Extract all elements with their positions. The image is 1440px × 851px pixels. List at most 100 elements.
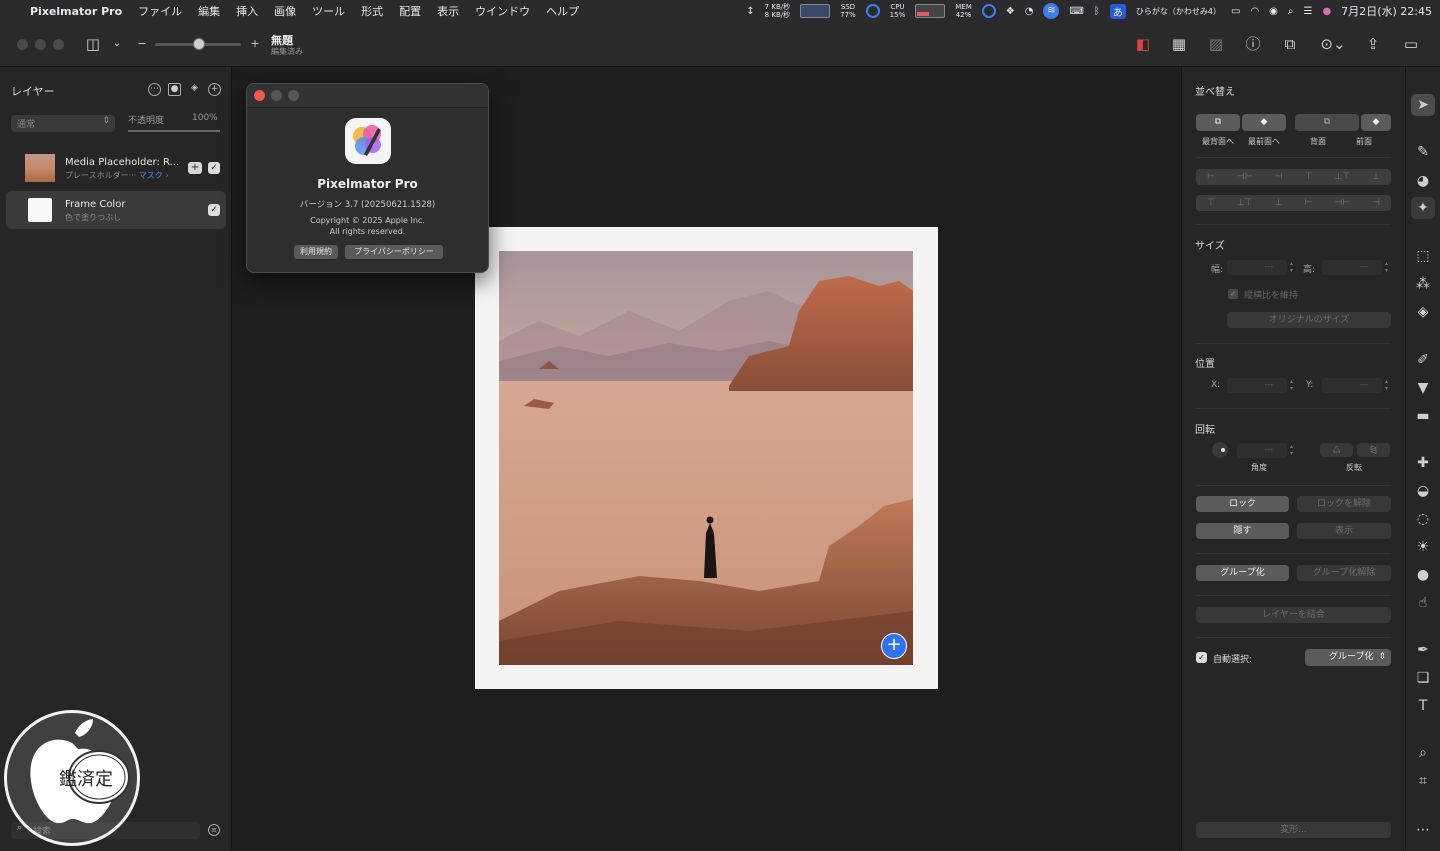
rotation-dial[interactable] [1212, 442, 1228, 458]
window-close-button[interactable] [17, 39, 28, 50]
opacity-slider[interactable] [128, 130, 220, 132]
menu-file[interactable]: ファイル [138, 3, 182, 19]
distribute-top-icon[interactable]: ⊤ [1207, 198, 1215, 208]
menu-window[interactable]: ウインドウ [475, 3, 530, 19]
color-adjust-tool-icon[interactable]: ◕ [1411, 170, 1435, 192]
align-right-icon[interactable]: ⊣ [1275, 172, 1283, 182]
cpu-meter[interactable]: CPU 15% [890, 3, 906, 19]
ssd-meter[interactable]: SSD 77% [840, 3, 856, 19]
angle-field[interactable]: --- [1237, 443, 1287, 458]
input-method-badge[interactable]: あ [1109, 3, 1126, 19]
keep-ratio-checkbox[interactable]: ✓ [1228, 289, 1238, 299]
add-media-icon[interactable]: + [188, 162, 202, 174]
x-stepper[interactable]: ▴ ▾ [1287, 378, 1296, 393]
align-top-icon[interactable]: ⊤ [1304, 172, 1312, 182]
window-zoom-button[interactable] [53, 39, 64, 50]
distribute-center-icon[interactable]: ⊣⊢ [1334, 198, 1350, 208]
height-stepper[interactable]: ▴ ▾ [1382, 260, 1391, 275]
warp-tool-icon[interactable]: ● [1411, 564, 1435, 586]
crop-rotate-icon[interactable]: ⧉ [1279, 34, 1301, 54]
mask-link[interactable]: マスク › [139, 171, 169, 180]
time-machine-icon[interactable]: ◔ [1025, 6, 1034, 17]
distribute-right-icon[interactable]: ⊣ [1372, 198, 1380, 208]
distribute-buttons-row[interactable]: ⊤ ⊥⊤ ⊥ ⊢ ⊣⊢ ⊣ [1196, 195, 1391, 211]
merge-layers-button[interactable]: レイヤーを結合 [1196, 607, 1391, 623]
send-backward-button[interactable]: ⧉ [1295, 114, 1359, 131]
color-select-tool-icon[interactable]: ◈ [1411, 301, 1435, 323]
inspector-toggle-icon[interactable]: ▭ [1400, 34, 1422, 54]
zoom-tool-icon[interactable]: ⌕ [1411, 742, 1435, 764]
zoom-slider-knob[interactable] [193, 38, 205, 50]
y-stepper[interactable]: ▴ ▾ [1382, 378, 1391, 393]
blur-tool-icon[interactable]: ◌ [1411, 508, 1435, 530]
info-icon[interactable]: ⓘ [1242, 34, 1264, 54]
auto-select-checkbox[interactable]: ✓ [1196, 652, 1207, 663]
battery-icon[interactable]: ▭ [1231, 6, 1240, 17]
about-minimize-button[interactable] [271, 90, 282, 101]
paint-tool-icon[interactable]: ✐ [1411, 349, 1435, 371]
distribute-left-icon[interactable]: ⊢ [1304, 198, 1312, 208]
sidebar-toggle-icon[interactable]: ◫ [82, 34, 104, 54]
filter-icon[interactable]: ≡ [208, 824, 220, 836]
terms-button[interactable]: 利用規約 [294, 245, 338, 259]
align-middle-icon[interactable]: ⊥⊤ [1334, 172, 1350, 182]
layer-row-media-placeholder[interactable]: Media Placeholder: R... プレースホルダー··· マスク … [6, 149, 226, 187]
layer-row-frame-color[interactable]: Frame Color 色で塗りつぶし ✓ [6, 191, 226, 229]
width-stepper[interactable]: ▴ ▾ [1287, 260, 1296, 275]
menu-insert[interactable]: 挿入 [236, 3, 258, 19]
pen-tool-icon[interactable]: ✒ [1411, 639, 1435, 661]
more-tools-icon[interactable]: ⋯ [1411, 819, 1435, 841]
wifi-status-icon[interactable]: ≋ [1043, 3, 1060, 19]
image-mask-icon[interactable]: ▨ [1205, 34, 1227, 54]
align-left-icon[interactable]: ⊢ [1207, 172, 1215, 182]
layer-visibility-checkbox[interactable]: ✓ [208, 162, 220, 174]
shape-tool-icon[interactable]: ❏ [1411, 667, 1435, 689]
mask-icon[interactable]: ● [168, 83, 181, 96]
frame-color-layer[interactable]: + [475, 227, 938, 689]
effects-tool-icon[interactable]: ✦ [1411, 197, 1435, 219]
menu-format[interactable]: 形式 [361, 3, 383, 19]
style-tool-icon[interactable]: ✎ [1411, 141, 1435, 163]
layer-options-icon[interactable]: ⋯ [148, 83, 161, 96]
network-meter[interactable]: 7 KB/秒 8 KB/秒 [765, 3, 790, 19]
menu-image[interactable]: 画像 [274, 3, 296, 19]
zoom-in-button[interactable]: + [244, 34, 266, 54]
quick-select-tool-icon[interactable]: ⁂ [1411, 273, 1435, 295]
align-buttons-row[interactable]: ⊢ ⊣⊢ ⊣ ⊤ ⊥⊤ ⊥ [1196, 169, 1391, 185]
siri-icon[interactable]: ● [1322, 6, 1331, 17]
flip-vertical-button[interactable]: ⧎ [1357, 443, 1390, 457]
flip-horizontal-button[interactable]: ⧋ [1320, 443, 1353, 457]
color-adjust-icon[interactable]: ◧ [1132, 34, 1154, 54]
x-field[interactable]: --- [1227, 378, 1287, 393]
lock-button[interactable]: ロック [1196, 496, 1289, 512]
menu-tools[interactable]: ツール [312, 3, 345, 19]
transform-button[interactable]: 変形... [1196, 822, 1391, 838]
app-menu[interactable]: Pixelmator Pro [30, 5, 122, 18]
keyboard-viewer-icon[interactable]: ⌨ [1069, 6, 1083, 17]
send-to-back-button[interactable]: ⧉ [1196, 114, 1240, 131]
dropbox-icon[interactable]: ❖ [1006, 6, 1015, 17]
crop-tool-icon[interactable]: ⌗ [1411, 770, 1435, 792]
memory-meter[interactable]: MEM 42% [955, 3, 972, 19]
type-tool-icon[interactable]: T [1411, 695, 1435, 717]
opacity-value[interactable]: 100% [192, 113, 218, 123]
clone-tool-icon[interactable]: ◒ [1411, 480, 1435, 502]
repair-tool-icon[interactable]: ✚ [1411, 452, 1435, 474]
menu-help[interactable]: ヘルプ [546, 3, 579, 19]
wifi-icon[interactable]: ◠ [1250, 6, 1259, 17]
fill-tool-icon[interactable]: ▼ [1411, 377, 1435, 399]
layout-grid-icon[interactable]: ▦ [1168, 34, 1190, 54]
smudge-tool-icon[interactable]: ☝ [1411, 592, 1435, 614]
group-button[interactable]: グループ化 [1196, 565, 1289, 581]
add-media-button[interactable]: + [881, 633, 907, 659]
chevron-down-icon[interactable]: ⌄ [106, 34, 128, 54]
bluetooth-icon[interactable]: ᛒ [1094, 6, 1100, 17]
about-close-button[interactable] [254, 90, 265, 101]
layer-visibility-checkbox[interactable]: ✓ [208, 204, 220, 216]
control-center-icon[interactable]: ☰ [1304, 6, 1313, 17]
original-size-button[interactable]: オリジナルのサイズ [1227, 312, 1391, 328]
erase-tool-icon[interactable]: ▬ [1411, 405, 1435, 427]
zoom-out-button[interactable]: − [131, 34, 153, 54]
add-layer-icon[interactable]: + [208, 83, 221, 96]
auto-select-dropdown[interactable]: グループ化 ⇕ [1305, 649, 1391, 666]
